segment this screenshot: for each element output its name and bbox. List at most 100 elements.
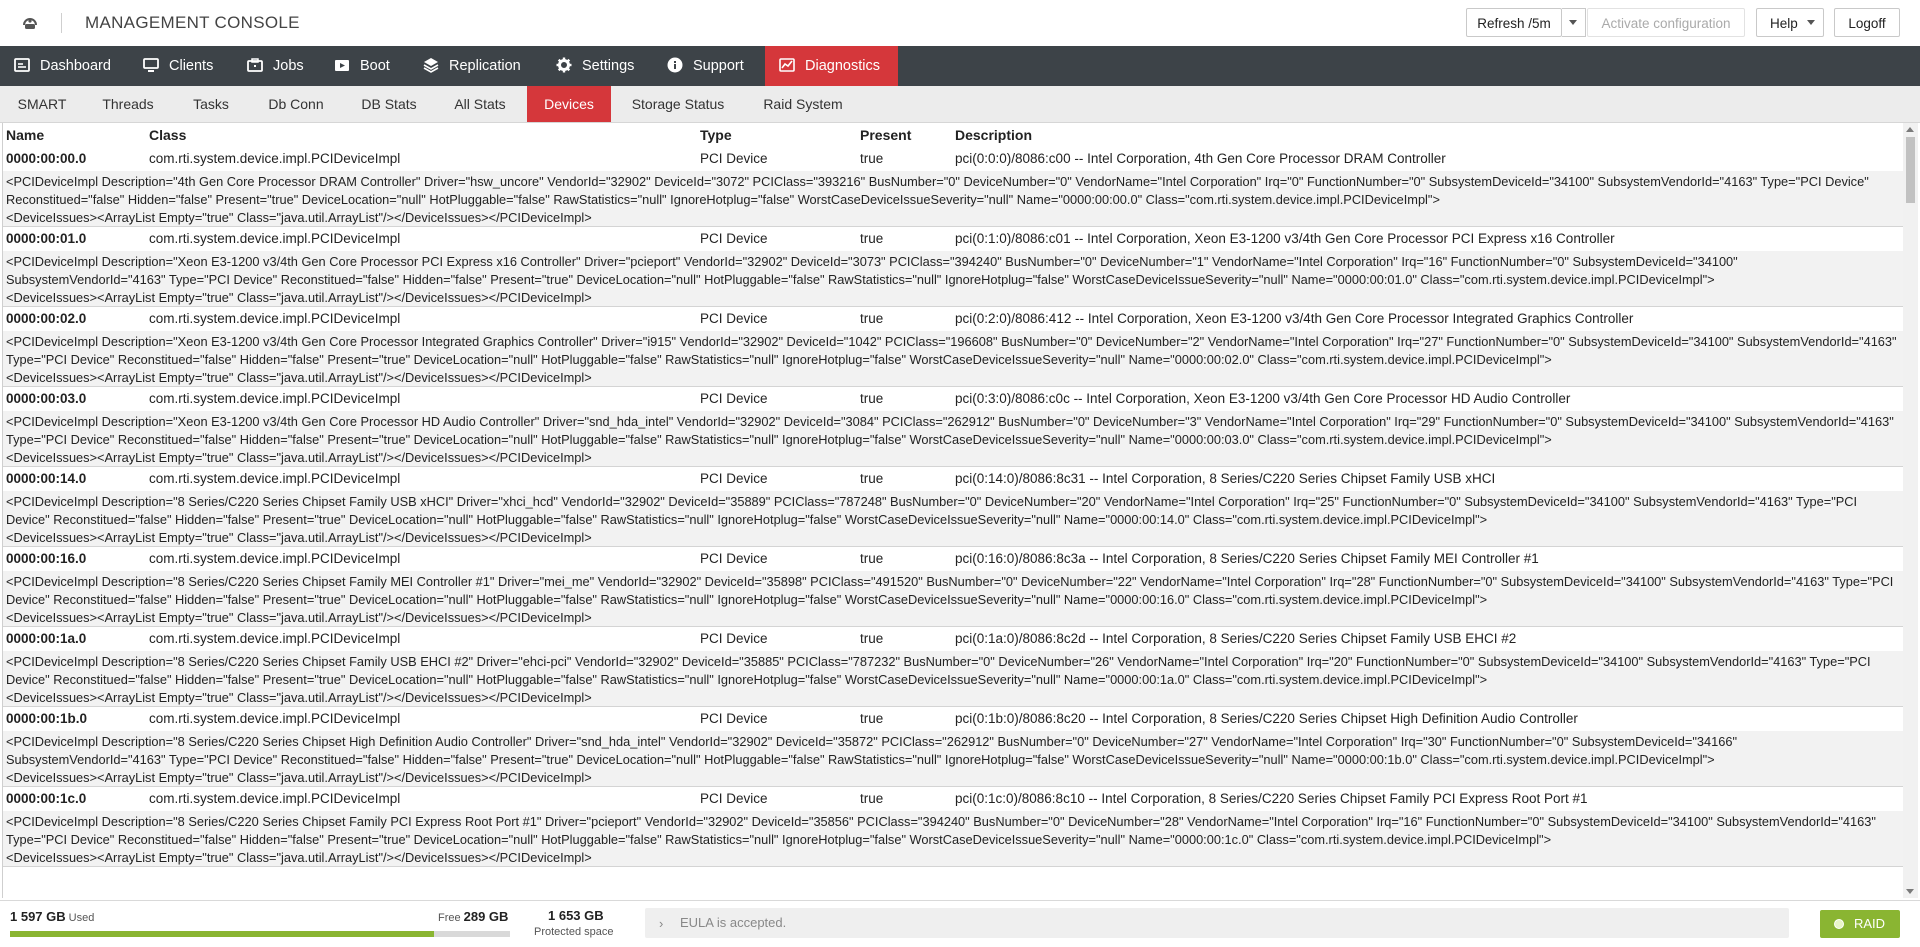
nav-support[interactable]: Support	[653, 46, 763, 86]
logoff-button[interactable]: Logoff	[1834, 8, 1900, 37]
cell-description: pci(0:14:0)/8086:8c31 -- Intel Corporati…	[955, 471, 1496, 486]
table-scrollbar[interactable]	[1903, 123, 1918, 898]
table-row[interactable]: 0000:00:16.0 com.rti.system.device.impl.…	[3, 547, 1903, 627]
scroll-down-icon[interactable]	[1906, 889, 1914, 894]
free-space-label: Free	[438, 912, 461, 924]
nav-label: Clients	[169, 58, 214, 74]
usage-bar-fill	[10, 931, 434, 937]
nav-dashboard[interactable]: Dashboard	[0, 46, 126, 86]
row-summary: 0000:00:14.0 com.rti.system.device.impl.…	[3, 467, 1903, 491]
nav-boot[interactable]: Boot	[320, 46, 406, 86]
cell-class: com.rti.system.device.impl.PCIDeviceImpl	[149, 791, 401, 806]
cell-class: com.rti.system.device.impl.PCIDeviceImpl	[149, 311, 401, 326]
cell-name: 0000:00:1c.0	[6, 791, 87, 806]
status-dot-icon	[1834, 919, 1844, 929]
monitor-icon	[143, 58, 159, 72]
cell-xml-detail: <PCIDeviceImpl Description="Xeon E3-1200…	[3, 411, 1903, 466]
scroll-thumb[interactable]	[1906, 137, 1915, 203]
cell-name: 0000:00:16.0	[6, 551, 87, 566]
scroll-up-icon[interactable]	[1906, 127, 1914, 132]
col-header-name[interactable]: Name	[6, 123, 44, 147]
table-row[interactable]: 0000:00:01.0 com.rti.system.device.impl.…	[3, 227, 1903, 307]
cell-description: pci(0:0:0)/8086:c00 -- Intel Corporation…	[955, 151, 1446, 166]
cell-name: 0000:00:1b.0	[6, 711, 88, 726]
refresh-dropdown-button[interactable]	[1562, 8, 1586, 37]
col-header-class[interactable]: Class	[149, 123, 186, 147]
cell-xml-detail: <PCIDeviceImpl Description="8 Series/C22…	[3, 651, 1903, 706]
jobs-icon	[247, 58, 263, 72]
cell-present: true	[860, 711, 884, 726]
table-row[interactable]: 0000:00:03.0 com.rti.system.device.impl.…	[3, 387, 1903, 467]
tab-db-stats[interactable]: DB Stats	[350, 86, 428, 122]
cell-present: true	[860, 231, 884, 246]
cell-xml-detail: <PCIDeviceImpl Description="8 Series/C22…	[3, 731, 1903, 786]
help-button[interactable]: Help	[1756, 8, 1824, 37]
tab-storage-status[interactable]: Storage Status	[623, 86, 733, 122]
tab-tasks[interactable]: Tasks	[180, 86, 242, 122]
refresh-button[interactable]: Refresh /5m	[1466, 8, 1562, 37]
cell-class: com.rti.system.device.impl.PCIDeviceImpl	[149, 151, 401, 166]
col-header-description[interactable]: Description	[955, 123, 1032, 147]
nav-label: Support	[693, 58, 744, 74]
cell-present: true	[860, 151, 884, 166]
cell-xml-detail: <PCIDeviceImpl Description="8 Series/C22…	[3, 571, 1903, 626]
used-space: 1 597 GB Used	[10, 909, 94, 924]
raid-status-button[interactable]: RAID	[1820, 910, 1900, 938]
protected-space-label: Protected space	[534, 926, 614, 938]
cell-name: 0000:00:14.0	[6, 471, 87, 486]
chevron-down-icon	[1807, 20, 1815, 25]
cell-class: com.rti.system.device.impl.PCIDeviceImpl	[149, 551, 401, 566]
tab-threads[interactable]: Threads	[90, 86, 166, 122]
cell-xml-detail: <PCIDeviceImpl Description="8 Series/C22…	[3, 491, 1903, 546]
used-space-label: Used	[68, 912, 95, 924]
col-header-present[interactable]: Present	[860, 123, 911, 147]
logo-separator	[61, 13, 62, 33]
col-header-type[interactable]: Type	[700, 123, 732, 147]
table-row[interactable]: 0000:00:14.0 com.rti.system.device.impl.…	[3, 467, 1903, 547]
usage-bar	[10, 931, 510, 937]
cell-type: PCI Device	[700, 311, 768, 326]
nav-settings[interactable]: Settings	[542, 46, 650, 86]
row-summary: 0000:00:00.0 com.rti.system.device.impl.…	[3, 147, 1903, 171]
tab-all-stats[interactable]: All Stats	[440, 86, 520, 122]
tab-raid-system[interactable]: Raid System	[756, 86, 850, 122]
cell-present: true	[860, 551, 884, 566]
cell-class: com.rti.system.device.impl.PCIDeviceImpl	[149, 711, 401, 726]
cell-class: com.rti.system.device.impl.PCIDeviceImpl	[149, 391, 401, 406]
table-row[interactable]: 0000:00:1b.0 com.rti.system.device.impl.…	[3, 707, 1903, 787]
cell-type: PCI Device	[700, 151, 768, 166]
chevron-down-icon	[1569, 20, 1577, 25]
raid-label: RAID	[1854, 916, 1886, 931]
cell-present: true	[860, 471, 884, 486]
cell-type: PCI Device	[700, 391, 768, 406]
cell-xml-detail: <PCIDeviceImpl Description="4th Gen Core…	[3, 171, 1903, 226]
cell-present: true	[860, 631, 884, 646]
cell-xml-detail: <PCIDeviceImpl Description="Xeon E3-1200…	[3, 331, 1903, 386]
cell-type: PCI Device	[700, 231, 768, 246]
cell-class: com.rti.system.device.impl.PCIDeviceImpl	[149, 631, 401, 646]
table-row[interactable]: 0000:00:1a.0 com.rti.system.device.impl.…	[3, 627, 1903, 707]
row-summary: 0000:00:02.0 com.rti.system.device.impl.…	[3, 307, 1903, 331]
used-space-value: 1 597 GB	[10, 909, 66, 924]
nav-label: Boot	[360, 58, 390, 74]
activate-configuration-button[interactable]: Activate configuration	[1587, 8, 1745, 37]
eula-status-bar[interactable]: › EULA is accepted.	[645, 908, 1789, 938]
dashboard-icon	[14, 58, 30, 72]
devices-table: Name Class Type Present Description 0000…	[2, 123, 1903, 898]
cell-description: pci(0:2:0)/8086:412 -- Intel Corporation…	[955, 311, 1634, 326]
cell-name: 0000:00:1a.0	[6, 631, 87, 646]
nav-clients[interactable]: Clients	[129, 46, 233, 86]
tab-db-conn[interactable]: Db Conn	[254, 86, 338, 122]
table-row[interactable]: 0000:00:02.0 com.rti.system.device.impl.…	[3, 307, 1903, 387]
nav-replication[interactable]: Replication	[409, 46, 533, 86]
nav-jobs[interactable]: Jobs	[233, 46, 317, 86]
cell-name: 0000:00:03.0	[6, 391, 87, 406]
nav-diagnostics[interactable]: Diagnostics	[765, 46, 898, 86]
eula-status-text: EULA is accepted.	[680, 915, 787, 930]
tab-devices[interactable]: Devices	[527, 86, 611, 122]
tab-smart[interactable]: SMART	[0, 86, 84, 122]
cell-description: pci(0:16:0)/8086:8c3a -- Intel Corporati…	[955, 551, 1539, 566]
table-row[interactable]: 0000:00:00.0 com.rti.system.device.impl.…	[3, 147, 1903, 227]
cell-class: com.rti.system.device.impl.PCIDeviceImpl	[149, 471, 401, 486]
table-row[interactable]: 0000:00:1c.0 com.rti.system.device.impl.…	[3, 787, 1903, 867]
